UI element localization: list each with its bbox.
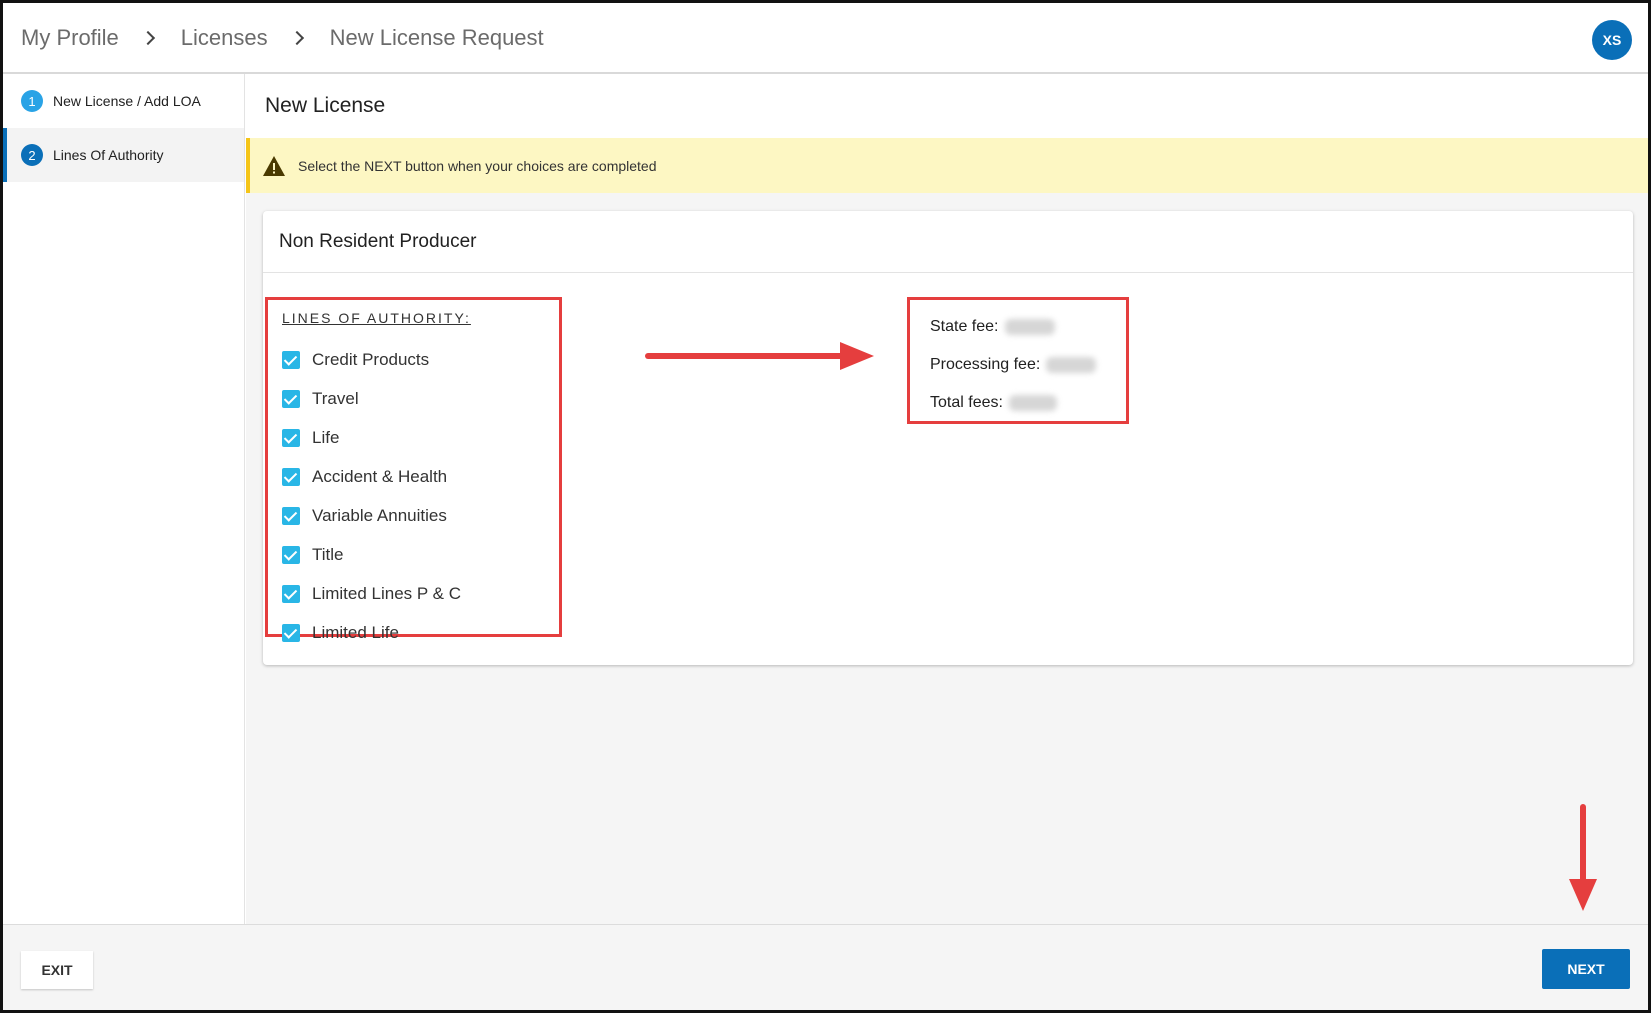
- loa-label: Variable Annuities: [312, 505, 447, 525]
- checkbox-checked-icon[interactable]: [282, 467, 300, 486]
- state-fee-row: State fee:: [930, 308, 1126, 346]
- warning-text: Select the NEXT button when your choices…: [298, 157, 657, 174]
- loa-label: Limited Lines P & C: [312, 583, 461, 603]
- state-fee-value-redacted: [1004, 319, 1055, 335]
- page-title: New License: [246, 74, 1648, 138]
- total-fees-row: Total fees:: [930, 384, 1126, 422]
- loa-item-variable-annuities[interactable]: Variable Annuities: [282, 496, 559, 535]
- loa-item-accident-health[interactable]: Accident & Health: [282, 457, 559, 496]
- step-label: Lines Of Authority: [53, 147, 164, 163]
- exit-button[interactable]: EXIT: [21, 951, 93, 989]
- loa-label: Credit Products: [312, 349, 430, 369]
- processing-fee-row: Processing fee:: [930, 346, 1126, 384]
- next-button[interactable]: NEXT: [1542, 949, 1630, 989]
- breadcrumb-new-license-request: New License Request: [329, 25, 544, 50]
- loa-label: Accident & Health: [312, 466, 448, 486]
- annotation-arrow-down-icon: [1569, 804, 1597, 911]
- checkbox-checked-icon[interactable]: [282, 389, 300, 408]
- loa-item-life[interactable]: Life: [282, 418, 559, 457]
- footer-bar: EXIT NEXT: [3, 924, 1648, 1010]
- step-number-badge: 1: [21, 90, 43, 112]
- card-title: Non Resident Producer: [263, 211, 1633, 273]
- step-number-badge: 2: [21, 144, 43, 166]
- checkbox-checked-icon[interactable]: [282, 350, 300, 369]
- fees-section: State fee: Processing fee: Total fees:: [907, 297, 1129, 424]
- checkbox-checked-icon[interactable]: [282, 506, 300, 525]
- top-header: My Profile Licenses New License Request …: [3, 3, 1648, 74]
- license-card: Non Resident Producer LINES OF AUTHORITY…: [263, 211, 1633, 665]
- total-fees-value-redacted: [1008, 395, 1057, 411]
- loa-heading: LINES OF AUTHORITY:: [282, 310, 471, 326]
- breadcrumb-my-profile[interactable]: My Profile: [21, 25, 119, 51]
- chevron-right-icon: [289, 30, 304, 46]
- processing-fee-label: Processing fee:: [930, 356, 1041, 373]
- sidebar-step-lines-of-authority[interactable]: 2 Lines Of Authority: [3, 128, 244, 182]
- processing-fee-value-redacted: [1046, 357, 1097, 373]
- breadcrumb-licenses[interactable]: Licenses: [181, 25, 268, 51]
- loa-item-travel[interactable]: Travel: [282, 379, 559, 418]
- step-label: New License / Add LOA: [53, 93, 201, 109]
- loa-item-limited-lines-pc[interactable]: Limited Lines P & C: [282, 574, 559, 613]
- user-avatar[interactable]: XS: [1592, 20, 1632, 60]
- checkbox-checked-icon[interactable]: [282, 428, 300, 447]
- loa-label: Life: [312, 427, 340, 447]
- lines-of-authority-section: LINES OF AUTHORITY: Credit Products Trav…: [265, 297, 562, 642]
- checkbox-checked-icon[interactable]: [282, 623, 300, 642]
- loa-item-credit-products[interactable]: Credit Products: [282, 340, 559, 379]
- sidebar-step-new-license[interactable]: 1 New License / Add LOA: [3, 74, 244, 128]
- checkbox-checked-icon[interactable]: [282, 545, 300, 564]
- breadcrumb: My Profile Licenses New License Request: [21, 25, 544, 51]
- annotation-arrow-right-icon: [645, 342, 874, 370]
- warning-banner: Select the NEXT button when your choices…: [246, 138, 1648, 193]
- loa-item-title[interactable]: Title: [282, 535, 559, 574]
- main-content: New License Select the NEXT button when …: [246, 74, 1648, 924]
- checkbox-checked-icon[interactable]: [282, 584, 300, 603]
- steps-sidebar: 1 New License / Add LOA 2 Lines Of Autho…: [3, 74, 245, 924]
- warning-icon: [263, 155, 285, 176]
- loa-label: Title: [312, 544, 344, 564]
- loa-label: Limited Life: [312, 622, 399, 642]
- state-fee-label: State fee:: [930, 318, 999, 335]
- loa-item-limited-life[interactable]: Limited Life: [282, 613, 559, 652]
- total-fees-label: Total fees:: [930, 394, 1003, 411]
- loa-label: Travel: [312, 388, 359, 408]
- app-window: My Profile Licenses New License Request …: [0, 0, 1651, 1013]
- chevron-right-icon: [140, 30, 155, 46]
